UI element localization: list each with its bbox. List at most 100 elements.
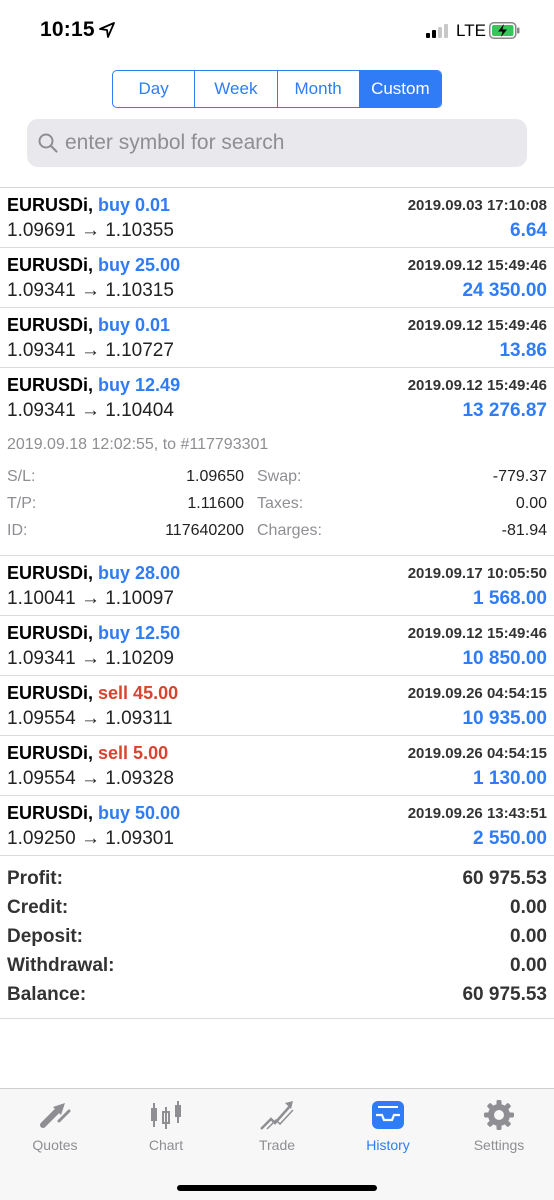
status-time: 10:15 [40,18,95,41]
swap-label: Swap: [257,468,302,485]
deal-detail-panel: 2019.09.18 12:02:55, to #117793301 S/L: … [0,428,554,556]
summary-deposit: Deposit: 0.00 [7,926,547,947]
symbol-search-input[interactable] [65,119,515,167]
status-bar: 10:15 LTE [0,0,554,60]
deal-row[interactable]: EURUSDi, sell 5.00 2019.09.26 04:54:15 1… [0,736,554,796]
bottom-tab-bar: Quotes Chart Trade History Settings [0,1088,554,1200]
summary-profit: Profit: 60 975.53 [7,868,547,889]
deal-side: sell 5.00 [98,743,169,763]
deal-row[interactable]: EURUSDi, sell 45.00 2019.09.26 04:54:15 … [0,676,554,736]
deal-side: buy 50.00 [98,803,181,823]
deal-datetime: 2019.09.03 17:10:08 [407,197,547,214]
trade-trend-icon [260,1101,294,1130]
deal-row[interactable]: EURUSDi, buy 12.50 2019.09.12 15:49:46 1… [0,616,554,676]
deal-symbol: EURUSDi, buy 0.01 [7,315,171,335]
deal-row[interactable]: EURUSDi, buy 28.00 2019.09.17 10:05:50 1… [0,556,554,616]
deal-side: buy 25.00 [98,255,181,275]
candlestick-chart-icon [151,1101,181,1129]
deal-symbol: EURUSDi, buy 12.50 [7,623,181,643]
period-month-tab[interactable]: Month [278,71,360,107]
charges-label: Charges: [257,522,322,539]
summary-credit: Credit: 0.00 [7,897,547,918]
deal-symbol: EURUSDi, buy 25.00 [7,255,181,275]
battery-charging-icon [489,22,520,39]
deal-datetime: 2019.09.26 04:54:15 [407,685,547,702]
gear-icon [484,1100,514,1130]
deal-prices: 1.09341 → 1.10315 [7,280,174,301]
tab-history[interactable]: History [333,1089,443,1161]
deal-datetime: 2019.09.12 15:49:46 [407,257,547,274]
account-summary: Profit: 60 975.53 Credit: 0.00 Deposit: … [0,864,554,1019]
id-value: 117640200 [165,522,244,539]
deal-profit: 1 130.00 [473,768,547,789]
deal-side: sell 45.00 [98,683,179,703]
deal-row[interactable]: EURUSDi, buy 50.00 2019.09.26 13:43:51 1… [0,796,554,856]
deal-symbol: EURUSDi, buy 0.01 [7,195,171,215]
tab-trade[interactable]: Trade [222,1089,332,1161]
taxes-value: 0.00 [515,495,547,512]
deal-detail-header: 2019.09.18 12:02:55, to #117793301 [7,436,269,453]
deal-symbol: EURUSDi, buy 50.00 [7,803,181,823]
location-arrow-icon [99,22,115,38]
deal-datetime: 2019.09.17 10:05:50 [407,565,547,582]
deal-prices: 1.09341 → 1.10404 [7,400,174,421]
network-label: LTE [456,21,486,40]
deal-side: buy 28.00 [98,563,181,583]
deal-symbol: EURUSDi, sell 5.00 [7,743,169,763]
deal-prices: 1.09250 → 1.09301 [7,828,174,849]
deal-symbol: EURUSDi, buy 28.00 [7,563,181,583]
period-day-tab[interactable]: Day [113,71,196,107]
deal-side: buy 0.01 [98,195,171,215]
deal-datetime: 2019.09.26 13:43:51 [407,805,547,822]
deal-profit: 2 550.00 [473,828,547,849]
swap-value: -779.37 [492,468,547,485]
deal-prices: 1.09554 → 1.09311 [7,708,173,729]
tab-settings[interactable]: Settings [444,1089,554,1161]
sl-value: 1.09650 [186,468,244,485]
tab-chart[interactable]: Chart [111,1089,221,1161]
deal-prices: 1.09341 → 1.10727 [7,340,174,361]
tab-quotes[interactable]: Quotes [0,1089,110,1161]
search-icon [38,133,58,153]
deal-profit: 6.64 [510,220,547,241]
deal-profit: 10 935.00 [462,708,547,729]
period-week-tab[interactable]: Week [195,71,278,107]
home-indicator [177,1185,377,1191]
deal-profit: 13 276.87 [462,400,547,421]
period-custom-tab[interactable]: Custom [359,71,441,107]
deal-side: buy 0.01 [98,315,171,335]
deal-profit: 10 850.00 [462,648,547,669]
deal-datetime: 2019.09.12 15:49:46 [407,317,547,334]
charges-value: -81.94 [501,522,547,539]
deal-row[interactable]: EURUSDi, buy 0.01 2019.09.03 17:10:08 1.… [0,188,554,248]
summary-balance: Balance: 60 975.53 [7,984,547,1005]
summary-withdrawal: Withdrawal: 0.00 [7,955,547,976]
deal-prices: 1.09691 → 1.10355 [7,220,174,241]
deal-side: buy 12.50 [98,623,181,643]
search-bar [27,119,527,167]
period-selector: Day Week Month Custom [112,70,442,108]
deal-profit: 13.86 [499,340,547,361]
quotes-arrows-icon [40,1103,71,1128]
sl-label: S/L: [7,468,36,485]
deal-datetime: 2019.09.12 15:49:46 [407,625,547,642]
history-tray-icon [372,1101,404,1129]
deal-prices: 1.09341 → 1.10209 [7,648,174,669]
taxes-label: Taxes: [257,495,304,512]
id-label: ID: [7,522,28,539]
deal-symbol: EURUSDi, buy 12.49 [7,375,181,395]
deal-datetime: 2019.09.26 04:54:15 [407,745,547,762]
deal-profit: 24 350.00 [462,280,547,301]
deal-prices: 1.09554 → 1.09328 [7,768,174,789]
deal-profit: 1 568.00 [473,588,547,609]
tp-label: T/P: [7,495,37,512]
tp-value: 1.11600 [187,495,244,512]
signal-icon [426,24,448,38]
deal-symbol: EURUSDi, sell 45.00 [7,683,179,703]
deal-row[interactable]: EURUSDi, buy 0.01 2019.09.12 15:49:46 1.… [0,308,554,368]
deal-row-expanded[interactable]: EURUSDi, buy 12.49 2019.09.12 15:49:46 1… [0,368,554,428]
deal-row[interactable]: EURUSDi, buy 25.00 2019.09.12 15:49:46 1… [0,248,554,308]
deal-prices: 1.10041 → 1.10097 [7,588,174,609]
deal-side: buy 12.49 [98,375,181,395]
deals-list: EURUSDi, buy 0.01 2019.09.03 17:10:08 1.… [0,187,554,856]
